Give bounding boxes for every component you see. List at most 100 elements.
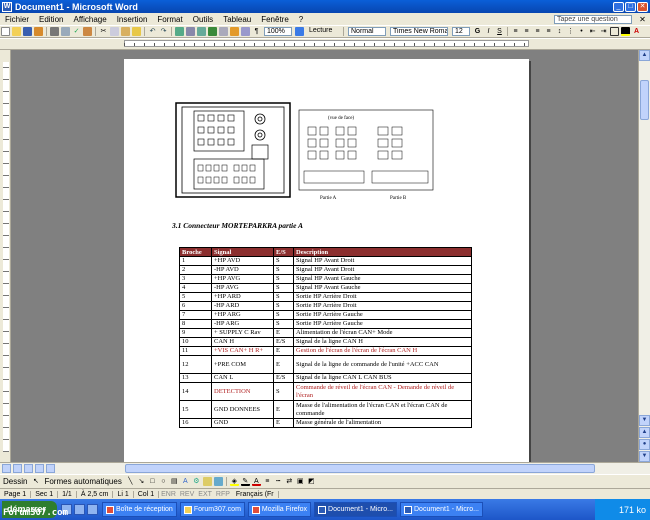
shadow-icon[interactable]: ▣ [296,477,305,486]
taskbar-button-firefox[interactable]: Mozilla Firefox [247,502,312,517]
select-browse-object-icon[interactable]: ● [639,439,650,450]
close-button[interactable]: ✕ [637,1,648,12]
status-ext[interactable]: EXT [196,491,214,498]
wordart-icon[interactable]: A [181,477,190,486]
quick-launch-browser-icon[interactable] [74,504,85,515]
quick-launch-mail-icon[interactable] [87,504,98,515]
format-painter-icon[interactable] [132,27,141,36]
font-select[interactable]: Times New Roman [390,27,448,36]
close-document-icon[interactable]: ✕ [638,15,647,24]
print-icon[interactable] [50,27,59,36]
dash-style-icon[interactable]: ┅ [274,477,283,486]
previous-page-icon[interactable]: ▲ [639,427,650,438]
new-document-icon[interactable] [1,27,10,36]
bullets-icon[interactable]: • [577,27,586,36]
justify-icon[interactable]: ≡ [544,27,553,36]
menu-insertion[interactable]: Insertion [112,15,153,24]
select-objects-icon[interactable]: ↖ [31,477,40,486]
menu-format[interactable]: Format [152,15,187,24]
arrow-style-icon[interactable]: ⇄ [285,477,294,486]
paste-icon[interactable] [121,27,130,36]
document-page[interactable]: (vue de face) Partie A Partie B 3.1 Conn… [124,59,529,462]
print-layout-icon[interactable] [24,464,33,473]
status-rec[interactable]: ENR [159,491,178,498]
font-color-icon[interactable]: A [632,27,641,36]
vertical-ruler[interactable] [0,50,11,462]
spelling-icon[interactable]: ✓ [72,27,81,36]
tables-borders-icon[interactable] [186,27,195,36]
vertical-scroll-thumb[interactable] [640,80,649,120]
horizontal-scroll-thumb[interactable] [125,464,595,473]
web-layout-icon[interactable] [13,464,22,473]
menu-tableau[interactable]: Tableau [218,15,256,24]
italic-icon[interactable]: I [484,27,493,36]
redo-icon[interactable]: ↷ [159,27,168,36]
word-app-icon[interactable]: W [2,1,12,12]
zoom-select[interactable]: 100% [264,27,292,36]
next-page-icon[interactable]: ▼ [639,451,650,462]
borders-icon[interactable] [610,27,619,36]
reading-layout-button[interactable]: Lecture [307,27,339,36]
insert-excel-icon[interactable] [208,27,217,36]
decrease-indent-icon[interactable]: ⇤ [588,27,597,36]
numbering-icon[interactable]: ⋮ [566,27,575,36]
menu-edition[interactable]: Edition [34,15,68,24]
horizontal-scrollbar[interactable] [0,462,650,474]
font-size-select[interactable]: 12 [452,27,470,36]
outline-view-icon[interactable] [35,464,44,473]
draw-menu-button[interactable]: Dessin [0,477,30,486]
align-center-icon[interactable]: ≡ [522,27,531,36]
3d-icon[interactable]: ◩ [307,477,316,486]
minimize-button[interactable]: _ [613,1,624,12]
reading-view-icon[interactable] [46,464,55,473]
oval-icon[interactable]: ○ [159,477,168,486]
cut-icon[interactable]: ✂ [99,27,108,36]
clipart-icon[interactable] [202,477,212,486]
status-rev[interactable]: REV [178,491,196,498]
maximize-button[interactable]: □ [625,1,636,12]
normal-view-icon[interactable] [2,464,11,473]
align-right-icon[interactable]: ≡ [533,27,542,36]
line-spacing-icon[interactable]: ↕ [555,27,564,36]
menu-outils[interactable]: Outils [188,15,218,24]
help-icon[interactable] [295,27,304,36]
help-question-input[interactable]: Tapez une question [554,14,632,24]
rectangle-icon[interactable]: □ [148,477,157,486]
insert-table-icon[interactable] [197,27,206,36]
vertical-scrollbar[interactable]: ▲ ▼ ▲ ● ▼ [638,50,650,462]
status-ovr[interactable]: RFP [214,491,232,498]
scroll-up-icon[interactable]: ▲ [639,50,650,61]
line-style-icon[interactable]: ≡ [263,477,272,486]
undo-icon[interactable]: ↶ [148,27,157,36]
document-map-icon[interactable] [241,27,250,36]
align-left-icon[interactable]: ≡ [511,27,520,36]
columns-icon[interactable] [219,27,228,36]
permission-icon[interactable] [34,27,43,36]
diagram-icon[interactable]: ⚙ [192,477,201,486]
text-box-icon[interactable]: ▤ [170,477,179,486]
menu-fichier[interactable]: Fichier [0,15,34,24]
scroll-down-icon[interactable]: ▼ [639,415,650,426]
underline-icon[interactable]: S [495,27,504,36]
taskbar-button-forum[interactable]: Forum307.com [179,502,245,517]
taskbar-button-mail[interactable]: Boîte de réception [102,502,177,517]
fill-color-icon[interactable]: ◈ [229,477,239,486]
style-select[interactable]: Normal [348,27,386,36]
taskbar-button-word-2[interactable]: Document1 - Micro... [400,502,483,517]
menu-fenetre[interactable]: Fenêtre [256,15,294,24]
line-color-icon[interactable]: ✎ [240,477,250,486]
document-workspace[interactable]: (vue de face) Partie A Partie B 3.1 Conn… [11,50,638,462]
drawing-icon[interactable] [230,27,239,36]
line-icon[interactable]: ╲ [126,477,135,486]
arrow-icon[interactable]: ↘ [137,477,146,486]
menu-help[interactable]: ? [294,15,308,24]
open-folder-icon[interactable] [12,27,21,36]
print-preview-icon[interactable] [61,27,70,36]
hyperlink-icon[interactable] [175,27,184,36]
save-icon[interactable] [23,27,32,36]
research-icon[interactable] [83,27,92,36]
highlight-icon[interactable] [621,27,630,36]
copy-icon[interactable] [110,27,119,36]
bold-icon[interactable]: G [473,27,482,36]
font-color-draw-icon[interactable]: A [251,477,261,486]
